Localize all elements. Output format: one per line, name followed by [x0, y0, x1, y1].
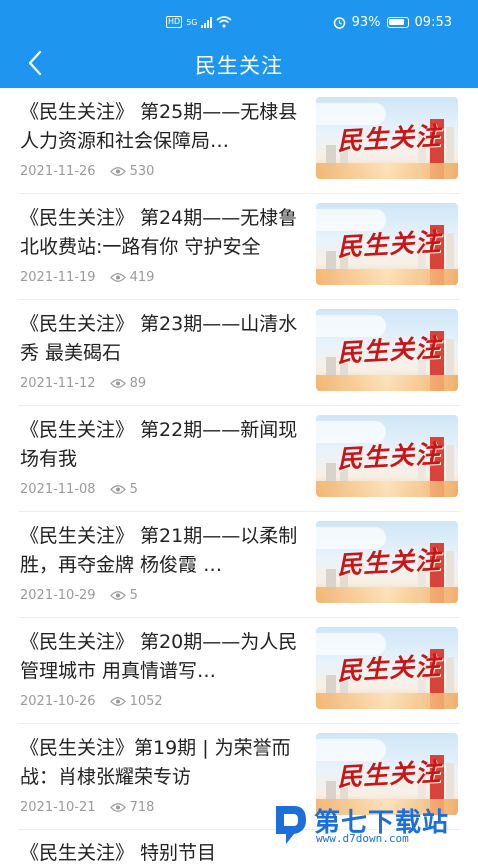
item-date: 2021-11-12 [20, 376, 96, 391]
eye-icon [109, 590, 126, 601]
hd-badge: HD [166, 16, 183, 28]
eye-icon [109, 802, 126, 813]
signal-group: HD 5G [166, 16, 233, 28]
thumbnail-logo-text: 民生关注 [336, 439, 442, 474]
item-views: 718 [129, 800, 155, 815]
item-date: 2021-11-26 [20, 164, 96, 179]
news-list: 《民生关注》 第25期——无棣县人力资源和社会保障局… 2021-11-26 5… [0, 88, 478, 830]
list-item[interactable]: 《民生关注》 第25期——无棣县人力资源和社会保障局… 2021-11-26 5… [18, 88, 460, 194]
status-right: 93% 09:53 [333, 15, 452, 30]
thumbnail-logo-text: 民生关注 [336, 227, 442, 262]
item-date: 2021-11-19 [20, 270, 96, 285]
item-meta: 2021-10-21 718 [20, 800, 154, 815]
item-date: 2021-10-26 [20, 694, 96, 709]
item-thumbnail: 民生关注 [316, 309, 458, 391]
item-title: 《民生关注》 第21期——以柔制胜，再夺金牌 杨俊霞 … [20, 525, 298, 576]
watermark-logo-icon [276, 806, 306, 844]
list-item[interactable]: 《民生关注》 第20期——为人民管理城市 用真情谱写… 2021-10-26 1… [18, 618, 460, 724]
item-title: 《民生关注》 第24期——无棣鲁北收费站:一路有你 守护安全 [20, 207, 298, 258]
item-thumbnail: 民生关注 [316, 521, 458, 603]
list-item[interactable]: 《民生关注》 第24期——无棣鲁北收费站:一路有你 守护安全 2021-11-1… [18, 194, 460, 300]
battery-icon [386, 17, 409, 28]
partial-list-item-title[interactable]: 《民生关注》 特别节目 [20, 838, 216, 865]
watermark: 第七下载站 www.d7down.com [270, 800, 470, 850]
signal-icon [201, 16, 213, 28]
item-title: 《民生关注》 第20期——为人民管理城市 用真情谱写… [20, 631, 298, 682]
item-title: 《民生关注》 第23期——山清水秀 最美碣石 [20, 313, 298, 364]
eye-icon [109, 696, 126, 707]
item-title: 《民生关注》 第25期——无棣县人力资源和社会保障局… [20, 101, 298, 152]
item-date: 2021-10-29 [20, 588, 96, 603]
item-meta: 2021-11-19 419 [20, 270, 154, 285]
thumbnail-logo-text: 民生关注 [336, 757, 442, 792]
item-views: 89 [129, 376, 147, 391]
item-date: 2021-11-08 [20, 482, 96, 497]
list-item[interactable]: 《民生关注》 第23期——山清水秀 最美碣石 2021-11-12 89 民生关… [18, 300, 460, 406]
item-thumbnail: 民生关注 [316, 97, 458, 179]
battery-percent: 93% [351, 15, 381, 30]
thumbnail-logo-text: 民生关注 [336, 333, 442, 368]
eye-icon [109, 378, 126, 389]
item-title: 《民生关注》 第22期——新闻现场有我 [20, 419, 298, 470]
item-views: 530 [129, 164, 155, 179]
thumbnail-logo-text: 民生关注 [336, 545, 442, 580]
item-meta: 2021-11-08 5 [20, 482, 138, 497]
item-views: 419 [129, 270, 155, 285]
item-views: 5 [129, 482, 138, 497]
clock: 09:53 [414, 15, 452, 30]
eye-icon [109, 272, 126, 283]
list-item[interactable]: 《民生关注》 第22期——新闻现场有我 2021-11-08 5 民生关注 [18, 406, 460, 512]
status-bar: HD 5G 93% 09:53 [0, 0, 478, 46]
item-meta: 2021-11-26 530 [20, 164, 154, 179]
item-thumbnail: 民生关注 [316, 203, 458, 285]
page-title: 民生关注 [195, 54, 283, 78]
alarm-icon [333, 17, 345, 29]
network-type: 5G [186, 17, 198, 27]
item-meta: 2021-11-12 89 [20, 376, 146, 391]
item-views: 5 [129, 588, 138, 603]
list-item[interactable]: 《民生关注》 第21期——以柔制胜，再夺金牌 杨俊霞 … 2021-10-29 … [18, 512, 460, 618]
item-title: 《民生关注》第19期 | 为荣誉而战：肖棣张耀荣专访 [20, 737, 291, 788]
item-meta: 2021-10-26 1052 [20, 694, 163, 709]
eye-icon [109, 166, 126, 177]
item-thumbnail: 民生关注 [316, 415, 458, 497]
watermark-url: www.d7down.com [316, 832, 409, 845]
item-meta: 2021-10-29 5 [20, 588, 138, 603]
wifi-icon [216, 16, 233, 28]
item-views: 1052 [129, 694, 163, 709]
thumbnail-logo-text: 民生关注 [336, 121, 442, 156]
item-date: 2021-10-21 [20, 800, 96, 815]
item-thumbnail: 民生关注 [316, 627, 458, 709]
eye-icon [109, 484, 126, 495]
thumbnail-logo-text: 民生关注 [336, 651, 442, 686]
